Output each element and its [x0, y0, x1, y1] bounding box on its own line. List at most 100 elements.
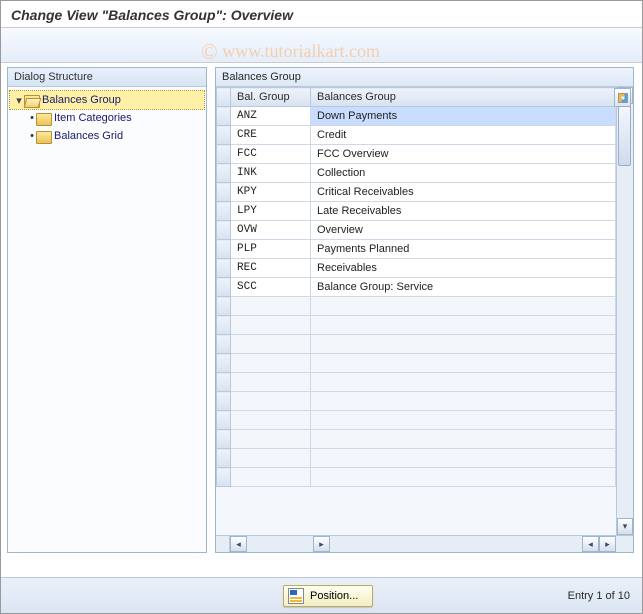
page-title: Change View "Balances Group": Overview: [1, 1, 642, 27]
cell-bal-group[interactable]: KPY: [231, 183, 311, 202]
tree-node-item-categories[interactable]: • Item Categories: [10, 109, 204, 127]
row-selector[interactable]: [217, 335, 231, 354]
tree-node-label: Balances Grid: [54, 130, 123, 142]
table-row-empty: [217, 449, 616, 468]
table-row-empty: [217, 297, 616, 316]
row-selector[interactable]: [217, 430, 231, 449]
scroll-left-icon[interactable]: ◂: [582, 536, 599, 552]
cell-empty: [311, 430, 616, 449]
row-selector[interactable]: [217, 126, 231, 145]
table-row[interactable]: RECReceivables: [217, 259, 616, 278]
table-row-empty: [217, 468, 616, 487]
cell-bal-group[interactable]: SCC: [231, 278, 311, 297]
tree-node-label: Item Categories: [54, 112, 132, 124]
cell-balances-group[interactable]: Collection: [311, 164, 616, 183]
row-selector[interactable]: [217, 107, 231, 126]
cell-bal-group[interactable]: FCC: [231, 145, 311, 164]
cell-empty: [311, 392, 616, 411]
cell-empty: [311, 354, 616, 373]
scroll-left-icon[interactable]: ◂: [230, 536, 247, 552]
dialog-structure-panel: Dialog Structure ▾ Balances Group • Item…: [7, 67, 207, 553]
row-selector[interactable]: [217, 240, 231, 259]
table-row[interactable]: PLPPayments Planned: [217, 240, 616, 259]
table-row[interactable]: FCCFCC Overview: [217, 145, 616, 164]
cell-bal-group[interactable]: LPY: [231, 202, 311, 221]
balances-group-table[interactable]: Bal. Group Balances Group ANZDown Paymen…: [216, 87, 616, 487]
cell-bal-group[interactable]: REC: [231, 259, 311, 278]
cell-bal-group[interactable]: PLP: [231, 240, 311, 259]
tree-node-balances-grid[interactable]: • Balances Grid: [10, 127, 204, 145]
bullet-icon: •: [28, 130, 36, 142]
cell-empty: [231, 354, 311, 373]
table-row[interactable]: SCCBalance Group: Service: [217, 278, 616, 297]
cell-bal-group[interactable]: ANZ: [231, 107, 311, 126]
row-selector[interactable]: [217, 278, 231, 297]
cell-balances-group[interactable]: Down Payments: [311, 107, 616, 126]
cell-bal-group[interactable]: OVW: [231, 221, 311, 240]
tree-node-label: Balances Group: [42, 94, 121, 106]
cell-balances-group[interactable]: Payments Planned: [311, 240, 616, 259]
table-group-title: Balances Group: [216, 68, 633, 87]
cell-balances-group[interactable]: Critical Receivables: [311, 183, 616, 202]
scroll-down-icon[interactable]: ▾: [617, 518, 633, 535]
table-row[interactable]: ANZDown Payments: [217, 107, 616, 126]
cell-balances-group[interactable]: Balance Group: Service: [311, 278, 616, 297]
row-selector-header[interactable]: [217, 88, 231, 107]
table-row[interactable]: LPYLate Receivables: [217, 202, 616, 221]
folder-icon: [36, 131, 50, 142]
table-row[interactable]: INKCollection: [217, 164, 616, 183]
table-row[interactable]: KPYCritical Receivables: [217, 183, 616, 202]
row-selector[interactable]: [217, 145, 231, 164]
position-button[interactable]: Position...: [283, 585, 373, 607]
scroll-right-icon[interactable]: ▸: [599, 536, 616, 552]
row-selector[interactable]: [217, 316, 231, 335]
row-selector[interactable]: [217, 449, 231, 468]
cell-empty: [231, 297, 311, 316]
row-selector[interactable]: [217, 354, 231, 373]
cell-balances-group[interactable]: Receivables: [311, 259, 616, 278]
cell-empty: [231, 468, 311, 487]
column-header-bal-group[interactable]: Bal. Group: [231, 88, 311, 107]
cell-empty: [311, 316, 616, 335]
table-row[interactable]: CRECredit: [217, 126, 616, 145]
cell-balances-group[interactable]: Overview: [311, 221, 616, 240]
cell-empty: [231, 411, 311, 430]
cell-balances-group[interactable]: Credit: [311, 126, 616, 145]
horizontal-scrollbar[interactable]: ◂ ▸ ◂ ▸: [216, 535, 633, 552]
table-row-empty: [217, 411, 616, 430]
position-icon: [288, 588, 304, 604]
dialog-structure-header: Dialog Structure: [8, 68, 206, 87]
table-config-icon: [618, 93, 628, 103]
row-selector[interactable]: [217, 183, 231, 202]
footer-bar: Position... Entry 1 of 10: [1, 577, 642, 613]
column-header-balances-group[interactable]: Balances Group: [311, 88, 616, 107]
row-selector[interactable]: [217, 164, 231, 183]
row-selector[interactable]: [217, 202, 231, 221]
tree-collapse-icon[interactable]: ▾: [14, 94, 24, 107]
row-selector[interactable]: [217, 392, 231, 411]
cell-balances-group[interactable]: Late Receivables: [311, 202, 616, 221]
folder-icon: [36, 113, 50, 124]
row-selector[interactable]: [217, 297, 231, 316]
tree-node-balances-group[interactable]: ▾ Balances Group: [10, 91, 204, 109]
row-selector[interactable]: [217, 468, 231, 487]
table-row-empty: [217, 335, 616, 354]
table-row[interactable]: OVWOverview: [217, 221, 616, 240]
vertical-scrollbar[interactable]: ▴ ▾: [616, 87, 633, 535]
cell-empty: [311, 411, 616, 430]
row-selector[interactable]: [217, 411, 231, 430]
toolbar: [1, 27, 642, 63]
row-selector[interactable]: [217, 221, 231, 240]
scroll-thumb[interactable]: [618, 106, 631, 166]
cell-empty: [231, 449, 311, 468]
cell-empty: [311, 468, 616, 487]
row-selector[interactable]: [217, 373, 231, 392]
cell-bal-group[interactable]: INK: [231, 164, 311, 183]
row-selector[interactable]: [217, 259, 231, 278]
scroll-right-icon[interactable]: ▸: [313, 536, 330, 552]
cell-balances-group[interactable]: FCC Overview: [311, 145, 616, 164]
cell-empty: [311, 449, 616, 468]
cell-empty: [231, 373, 311, 392]
cell-bal-group[interactable]: CRE: [231, 126, 311, 145]
cell-empty: [231, 335, 311, 354]
